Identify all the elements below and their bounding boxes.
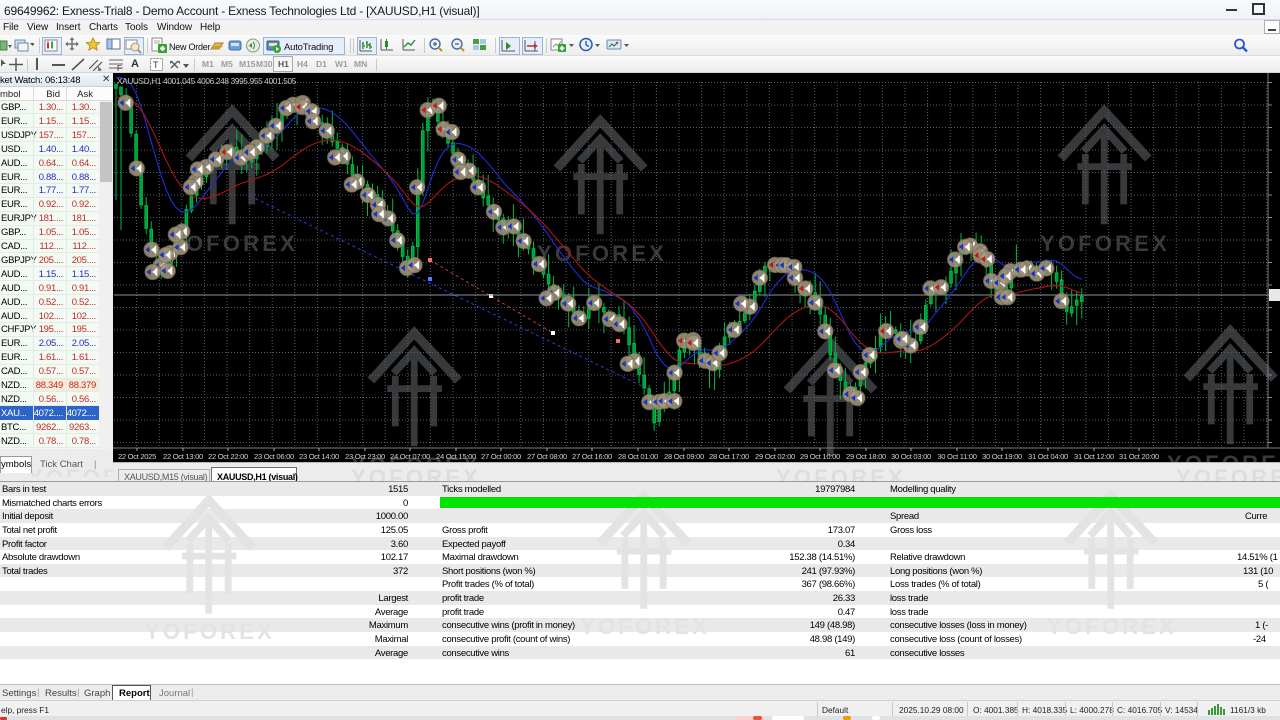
svg-text:YOFOREX: YOFOREX [1167,451,1280,462]
svg-text:24 Oct 07:00: 24 Oct 07:00 [390,452,430,461]
svg-text:YOFOREX: YOFOREX [1040,231,1170,256]
svg-text:23 Oct 06:00: 23 Oct 06:00 [254,452,294,461]
svg-text:F: F [117,64,122,71]
svg-text:23 Oct 14:00: 23 Oct 14:00 [299,452,339,461]
svg-text:28 Oct 01:00: 28 Oct 01:00 [618,452,658,461]
svg-text:30 Oct 03:00: 30 Oct 03:00 [891,452,931,461]
svg-text:T: T [153,60,159,70]
svg-text:22 Oct 13:00: 22 Oct 13:00 [163,452,203,461]
svg-text:27 Oct 16:00: 27 Oct 16:00 [572,452,612,461]
svg-text:24 Oct 15:00: 24 Oct 15:00 [436,452,476,461]
svg-text:31 Oct 04:00: 31 Oct 04:00 [1028,452,1068,461]
svg-text:31 Oct 12:00: 31 Oct 12:00 [1074,452,1114,461]
svg-text:28 Oct 09:00: 28 Oct 09:00 [664,452,704,461]
svg-text:30 Oct 11:00: 30 Oct 11:00 [937,452,976,461]
svg-text:31 Oct 20:00: 31 Oct 20:00 [1119,452,1159,461]
svg-text:22 Oct 2025: 22 Oct 2025 [118,452,156,461]
svg-text:29 Oct 18:00: 29 Oct 18:00 [846,452,886,461]
svg-text:29 Oct 10:00: 29 Oct 10:00 [800,452,840,461]
svg-text:YOFOREX: YOFOREX [537,241,667,266]
svg-text:28 Oct 17:00: 28 Oct 17:00 [709,452,749,461]
svg-text:XAUUSD,H1 4001.045 4006.248 39: XAUUSD,H1 4001.045 4006.248 3995.955 400… [117,77,297,86]
svg-text:29 Oct 02:00: 29 Oct 02:00 [755,452,795,461]
svg-text:27 Oct 00:00: 27 Oct 00:00 [481,452,521,461]
svg-text:27 Oct 08:00: 27 Oct 08:00 [527,452,567,461]
svg-text:30 Oct 19:00: 30 Oct 19:00 [982,452,1022,461]
svg-text:22 Oct 22:00: 22 Oct 22:00 [208,452,248,461]
svg-text:23 Oct 23:00: 23 Oct 23:00 [345,452,385,461]
